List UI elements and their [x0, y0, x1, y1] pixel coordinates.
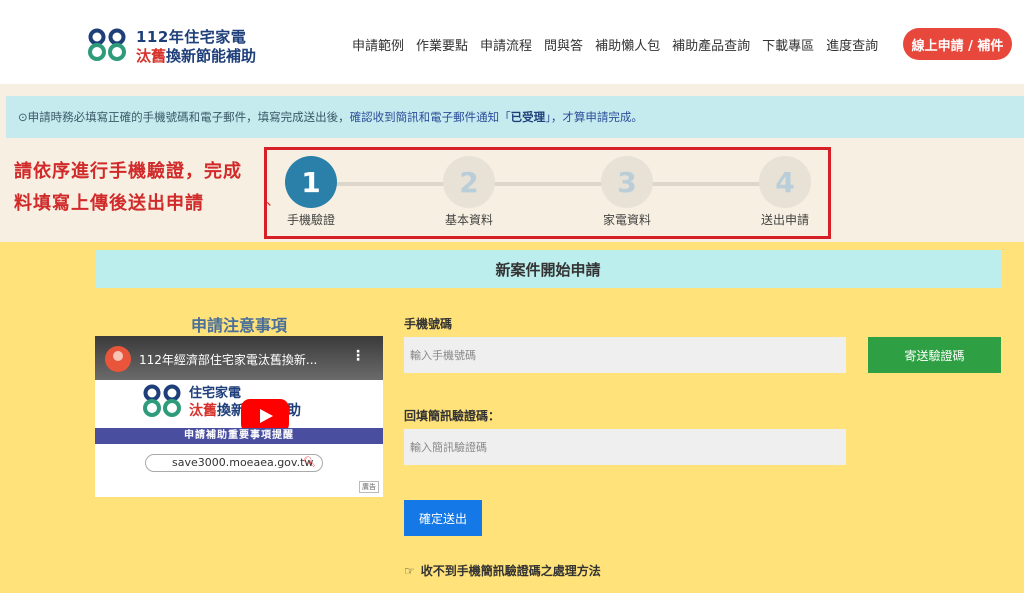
steps-connector	[310, 182, 786, 186]
logo-mark-icon	[88, 28, 126, 61]
notice-prefix: ⊙申請時務必填寫正確的手機號碼和電子郵件，填寫完成送出後，	[18, 110, 350, 124]
video-url-text: save3000.moeaea.gov.tw	[172, 456, 314, 469]
step-1-circle: 1	[285, 156, 337, 208]
step-3-circle: 3	[601, 156, 653, 208]
nav-item-progress[interactable]: 進度查詢	[826, 35, 878, 54]
sms-help-text[interactable]: 收不到手機簡訊驗證碼之處理方法	[421, 562, 601, 579]
nav-item-products[interactable]: 補助產品查詢	[672, 35, 750, 54]
video-logo-mark-icon	[143, 384, 181, 417]
video-logo-line1: 住宅家電	[189, 386, 242, 401]
notes-title: 申請注意事項	[190, 316, 287, 335]
nav-item-faq[interactable]: 問與答	[544, 35, 583, 54]
logo-subtitle-red: 汰舊	[136, 47, 167, 65]
channel-avatar[interactable]	[105, 346, 131, 372]
step-4-circle: 4	[759, 156, 811, 208]
code-label: 回填簡訊驗證碼：	[404, 409, 501, 423]
video-url-bar: save3000.moeaea.gov.tw 🔍︎	[145, 454, 323, 472]
step-4: 4 送出申請	[735, 156, 835, 228]
pointing-hand-icon: ☞	[404, 563, 415, 578]
video-header: 112年經濟部住宅家電汰舊換新... ⋮	[95, 336, 383, 380]
site-header: 112年住宅家電 汰舊換新節能補助 申請範例 作業要點 申請流程 問與答 補助懶…	[0, 0, 1024, 84]
notice-highlight: 確認收到簡訊和電子郵件通知「	[349, 110, 511, 124]
nav-item-guidelines[interactable]: 作業要點	[416, 35, 468, 54]
send-code-button[interactable]: 寄送驗證碼	[868, 337, 1001, 373]
logo-subtitle-blue: 換新節能補助	[166, 47, 257, 65]
nav-item-summary[interactable]: 補助懶人包	[595, 35, 660, 54]
video-banner: 申請補助重要事項提醒	[95, 428, 383, 444]
notice-suffix: 」，才算申請完成。	[545, 110, 643, 124]
step-1-label: 手機驗證	[286, 213, 335, 227]
step-2-circle: 2	[443, 156, 495, 208]
notice-banner: ⊙申請時務必填寫正確的手機號碼和電子郵件，填寫完成送出後， 確認收到簡訊和電子郵件…	[6, 96, 1024, 138]
site-logo[interactable]: 112年住宅家電 汰舊換新節能補助	[88, 24, 278, 66]
more-vert-icon[interactable]: ⋮	[351, 348, 365, 364]
step-2: 2 基本資料	[419, 156, 519, 228]
notice-bold: 已受理	[510, 110, 546, 124]
form-title: 新案件開始申請	[95, 250, 1001, 288]
logo-title: 112年住宅家電	[136, 28, 247, 46]
phone-label: 手機號碼	[404, 317, 453, 331]
nav-item-downloads[interactable]: 下載專區	[762, 35, 814, 54]
logo-subtitle: 汰舊換新節能補助	[136, 45, 256, 66]
nav-item-examples[interactable]: 申請範例	[352, 35, 404, 54]
step-1: 1 手機驗證	[261, 156, 361, 228]
phone-input[interactable]	[404, 337, 846, 373]
video-title[interactable]: 112年經濟部住宅家電汰舊換新...	[139, 351, 317, 368]
video-ad-badge: 廣告	[359, 481, 379, 493]
step-4-label: 送出申請	[760, 213, 809, 227]
main-nav: 申請範例 作業要點 申請流程 問與答 補助懶人包 補助產品查詢 下載專區 進度查…	[352, 35, 890, 54]
verification-code-input[interactable]	[404, 429, 846, 465]
nav-item-process[interactable]: 申請流程	[480, 35, 532, 54]
step-2-label: 基本資料	[444, 213, 493, 227]
step-3: 3 家電資料	[577, 156, 677, 228]
submit-button[interactable]: 確定送出	[404, 500, 482, 536]
video-logo-line2-red: 汰舊	[189, 403, 217, 419]
video-logo: 住宅家電 汰舊換新節能補助	[143, 382, 333, 422]
online-apply-button[interactable]: 線上申請 / 補件	[903, 28, 1012, 60]
search-icon: 🔍︎	[303, 457, 316, 468]
instruction-text: 請依序進行手機驗證，完成料填寫上傳後送出申請	[14, 161, 242, 214]
step-3-label: 家電資料	[602, 213, 651, 227]
sms-help-link[interactable]: ☞ 收不到手機簡訊驗證碼之處理方法	[404, 562, 601, 579]
video-embed[interactable]: 112年經濟部住宅家電汰舊換新... ⋮ 住宅家電 汰舊換新節能補助 申請補助重…	[95, 336, 383, 497]
